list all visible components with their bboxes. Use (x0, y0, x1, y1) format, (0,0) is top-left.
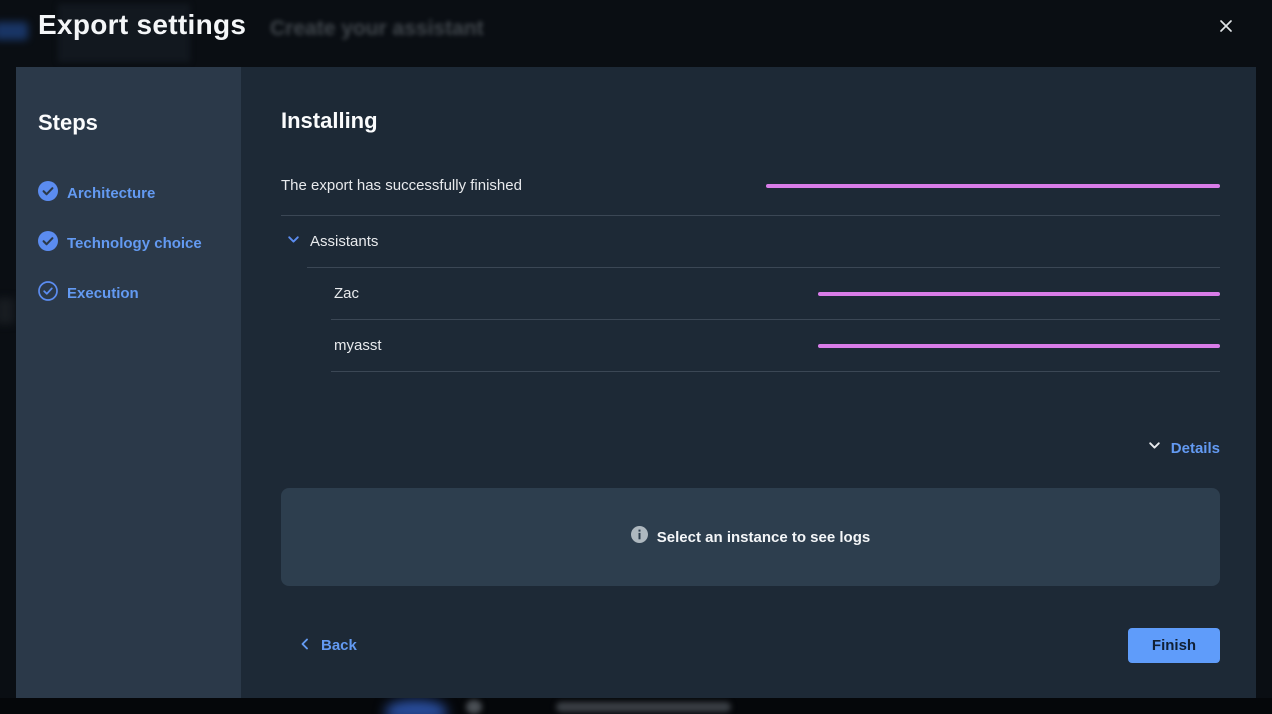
section-assistants-toggle[interactable]: Assistants (281, 216, 1220, 267)
check-circle-outline-icon (38, 281, 58, 306)
step-label: Execution (67, 285, 139, 302)
chevron-down-icon (1147, 438, 1162, 458)
overall-status-row: The export has successfully finished (281, 177, 1220, 216)
assistant-progress-bar (818, 292, 1220, 296)
info-icon (631, 526, 648, 548)
divider (331, 371, 1220, 372)
status-message: The export has successfully finished (281, 177, 522, 194)
finish-button[interactable]: Finish (1128, 628, 1220, 663)
step-item-technology-choice[interactable]: Technology choice (38, 233, 219, 253)
assistant-name: myasst (334, 337, 382, 354)
steps-heading: Steps (38, 110, 219, 136)
chevron-down-icon (286, 232, 301, 252)
dialog-body: Steps Architecture Technology (16, 67, 1256, 698)
check-circle-filled-icon (38, 181, 58, 206)
logs-placeholder-panel: Select an instance to see logs (281, 488, 1220, 586)
page-title: Installing (281, 108, 1220, 134)
assistant-name: Zac (334, 285, 359, 302)
dialog-title: Export settings (38, 9, 246, 41)
logs-placeholder-message: Select an instance to see logs (657, 529, 870, 546)
assistant-progress-bar (818, 344, 1220, 348)
background-text-blob (556, 702, 731, 712)
assistant-row-myasst[interactable]: myasst (281, 320, 1220, 371)
chevron-left-icon (298, 637, 312, 654)
back-button[interactable]: Back (281, 637, 357, 654)
check-circle-filled-icon (38, 231, 58, 256)
background-bottom-strip (0, 698, 1272, 714)
install-progress-panel: Installing The export has successfully f… (241, 67, 1256, 698)
details-label: Details (1171, 440, 1220, 457)
details-toggle[interactable]: Details (281, 439, 1220, 457)
export-settings-overlay: Create your assistant Export settings St… (0, 0, 1272, 714)
section-label: Assistants (310, 233, 378, 250)
background-avatar-blob (466, 700, 482, 714)
assistant-row-zac[interactable]: Zac (281, 268, 1220, 319)
step-label: Architecture (67, 185, 155, 202)
background-logo-shape (386, 700, 446, 714)
close-icon (1217, 17, 1235, 35)
overall-progress-bar (766, 184, 1220, 188)
back-label: Back (321, 637, 357, 654)
close-button[interactable] (1217, 17, 1235, 35)
step-label: Technology choice (67, 235, 202, 252)
steps-sidebar: Steps Architecture Technology (16, 67, 241, 698)
dialog-footer: Back Finish (281, 628, 1220, 663)
step-item-execution[interactable]: Execution (38, 283, 219, 303)
step-item-architecture[interactable]: Architecture (38, 183, 219, 203)
background-blob (0, 298, 14, 324)
dialog-header: Export settings (0, 0, 1272, 67)
